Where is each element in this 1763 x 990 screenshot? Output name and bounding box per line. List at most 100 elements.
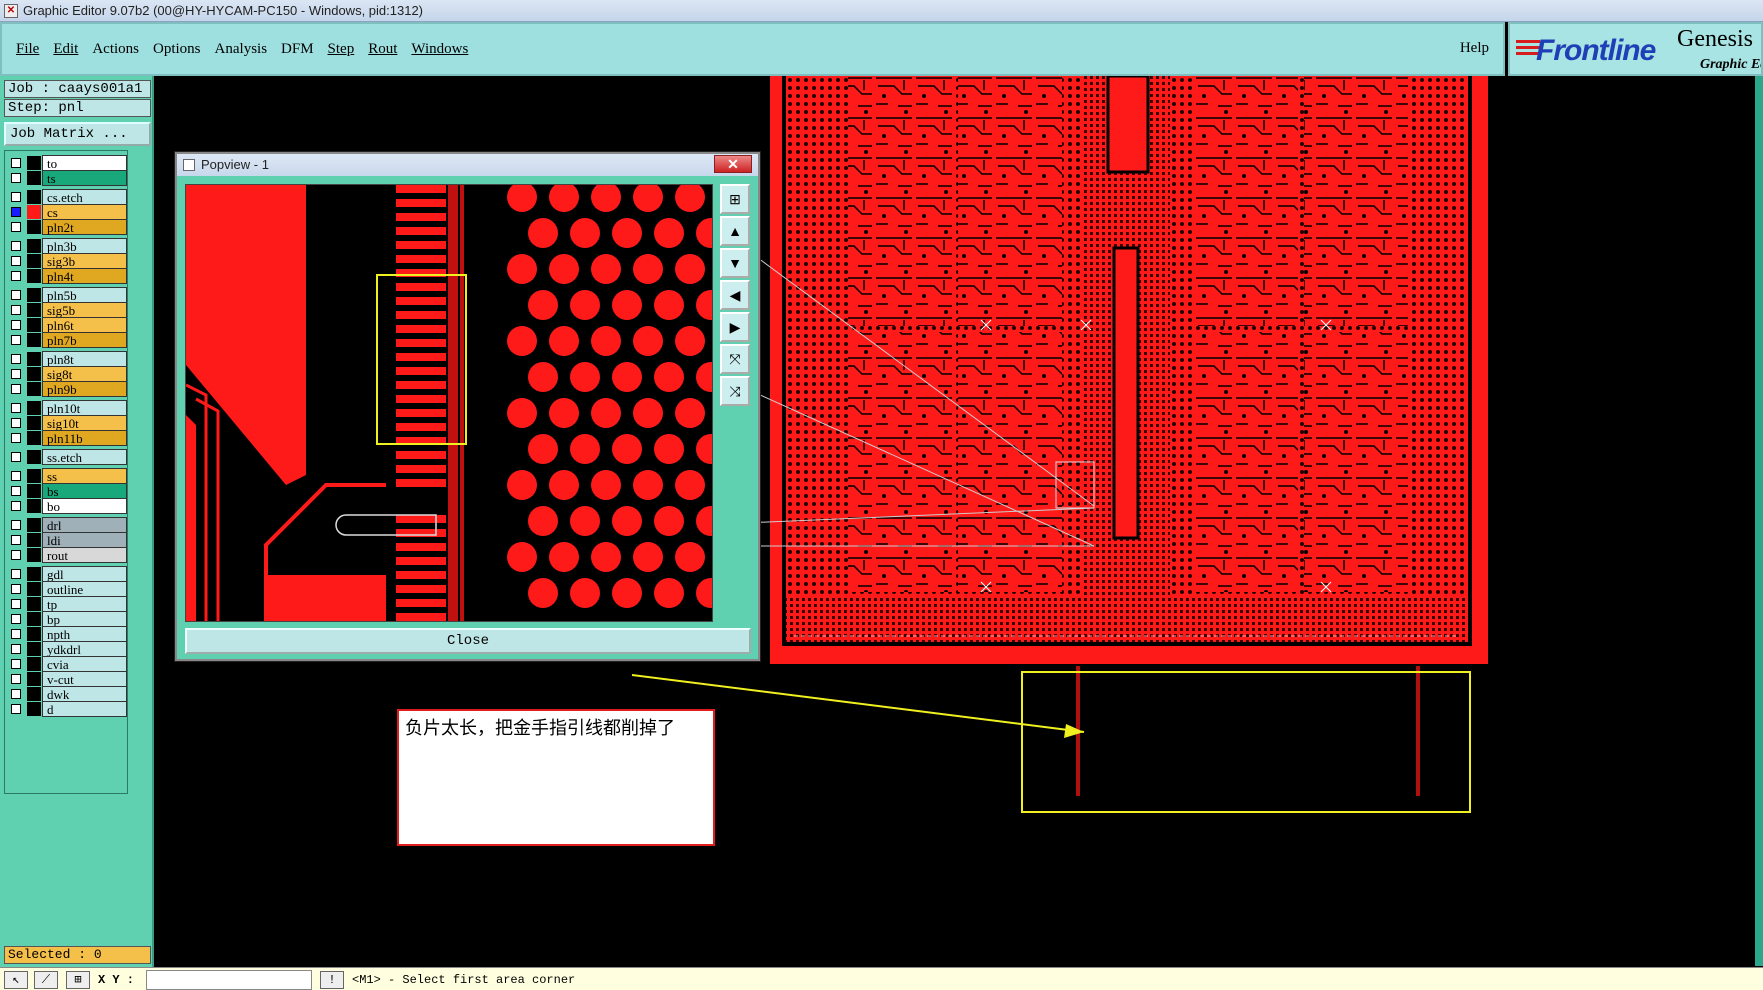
layer-checkbox[interactable] bbox=[11, 501, 21, 511]
layer-row-rout[interactable]: rout bbox=[5, 547, 129, 563]
layer-name[interactable]: tp bbox=[42, 596, 127, 612]
layer-name[interactable]: sig8t bbox=[42, 366, 127, 382]
select-tool-icon[interactable]: ↖ bbox=[4, 971, 28, 989]
layer-checkbox[interactable] bbox=[11, 689, 21, 699]
layer-color-swatch[interactable] bbox=[27, 156, 41, 170]
layer-color-swatch[interactable] bbox=[27, 657, 41, 671]
layer-color-swatch[interactable] bbox=[27, 333, 41, 347]
layer-row-outline[interactable]: outline bbox=[5, 581, 129, 597]
layer-checkbox[interactable] bbox=[11, 354, 21, 364]
layer-name[interactable]: ldi bbox=[42, 532, 127, 548]
layer-color-swatch[interactable] bbox=[27, 548, 41, 562]
menu-analysis[interactable]: Analysis bbox=[215, 41, 268, 58]
layer-row-pln7b[interactable]: pln7b bbox=[5, 332, 129, 348]
pan-left-icon[interactable]: ◀ bbox=[720, 280, 750, 310]
layer-name[interactable]: rout bbox=[42, 547, 127, 563]
layer-checkbox[interactable] bbox=[11, 256, 21, 266]
zoom-in-icon[interactable]: ⤧ bbox=[720, 344, 750, 374]
layer-row-sig5b[interactable]: sig5b bbox=[5, 302, 129, 318]
layer-row-v-cut[interactable]: v-cut bbox=[5, 671, 129, 687]
layer-color-swatch[interactable] bbox=[27, 220, 41, 234]
menu-windows[interactable]: Windows bbox=[411, 41, 468, 58]
layer-checkbox[interactable] bbox=[11, 384, 21, 394]
layer-color-swatch[interactable] bbox=[27, 687, 41, 701]
layer-row-pln6t[interactable]: pln6t bbox=[5, 317, 129, 333]
layer-color-swatch[interactable] bbox=[27, 269, 41, 283]
xy-input[interactable] bbox=[146, 970, 312, 990]
layer-checkbox[interactable] bbox=[11, 520, 21, 530]
layer-checkbox[interactable] bbox=[11, 550, 21, 560]
layer-name[interactable]: pln7b bbox=[42, 332, 127, 348]
layer-color-swatch[interactable] bbox=[27, 582, 41, 596]
layer-name[interactable]: bs bbox=[42, 483, 127, 499]
layer-checkbox[interactable] bbox=[11, 305, 21, 315]
layer-name[interactable]: outline bbox=[42, 581, 127, 597]
layer-checkbox[interactable] bbox=[11, 418, 21, 428]
pan-up-icon[interactable]: ▲ bbox=[720, 216, 750, 246]
layer-row-ss[interactable]: ss bbox=[5, 468, 129, 484]
layer-row-pln9b[interactable]: pln9b bbox=[5, 381, 129, 397]
layer-color-swatch[interactable] bbox=[27, 469, 41, 483]
layer-row-pln5b[interactable]: pln5b bbox=[5, 287, 129, 303]
layer-row-d[interactable]: d bbox=[5, 701, 129, 717]
popview-close-icon[interactable]: ✕ bbox=[714, 155, 752, 173]
layer-color-swatch[interactable] bbox=[27, 597, 41, 611]
layer-checkbox[interactable] bbox=[11, 222, 21, 232]
layer-checkbox[interactable] bbox=[11, 569, 21, 579]
layer-color-swatch[interactable] bbox=[27, 352, 41, 366]
layer-name[interactable]: to bbox=[42, 155, 127, 171]
pan-right-icon[interactable]: ▶ bbox=[720, 312, 750, 342]
layer-color-swatch[interactable] bbox=[27, 401, 41, 415]
layer-row-drl[interactable]: drl bbox=[5, 517, 129, 533]
layer-row-tp[interactable]: tp bbox=[5, 596, 129, 612]
info-icon[interactable]: ! bbox=[320, 971, 344, 989]
layer-checkbox[interactable] bbox=[11, 158, 21, 168]
layer-row-pln2t[interactable]: pln2t bbox=[5, 219, 129, 235]
layer-checkbox[interactable] bbox=[11, 241, 21, 251]
layer-checkbox[interactable] bbox=[11, 452, 21, 462]
layer-checkbox[interactable] bbox=[11, 584, 21, 594]
menu-help[interactable]: Help bbox=[1460, 40, 1489, 57]
layer-checkbox[interactable] bbox=[11, 192, 21, 202]
layer-row-gdl[interactable]: gdl bbox=[5, 566, 129, 582]
layer-color-swatch[interactable] bbox=[27, 303, 41, 317]
layer-name[interactable]: pln9b bbox=[42, 381, 127, 397]
layer-checkbox[interactable] bbox=[11, 471, 21, 481]
layer-row-ldi[interactable]: ldi bbox=[5, 532, 129, 548]
layer-checkbox[interactable] bbox=[11, 704, 21, 714]
layer-row-pln8t[interactable]: pln8t bbox=[5, 351, 129, 367]
layer-name[interactable]: bp bbox=[42, 611, 127, 627]
layer-checkbox[interactable] bbox=[11, 433, 21, 443]
menu-file[interactable]: File bbox=[16, 41, 39, 58]
layer-checkbox[interactable] bbox=[11, 614, 21, 624]
layer-name[interactable]: drl bbox=[42, 517, 127, 533]
layer-name[interactable]: v-cut bbox=[42, 671, 127, 687]
layer-color-swatch[interactable] bbox=[27, 450, 41, 464]
layer-color-swatch[interactable] bbox=[27, 627, 41, 641]
layer-checkbox[interactable] bbox=[11, 320, 21, 330]
layer-name[interactable]: pln6t bbox=[42, 317, 127, 333]
layer-checkbox[interactable] bbox=[11, 674, 21, 684]
layer-row-ss.etch[interactable]: ss.etch bbox=[5, 449, 129, 465]
layer-name[interactable]: dwk bbox=[42, 686, 127, 702]
layer-name[interactable]: pln5b bbox=[42, 287, 127, 303]
job-matrix-button[interactable]: Job Matrix ... bbox=[4, 122, 151, 146]
layer-color-swatch[interactable] bbox=[27, 171, 41, 185]
layer-color-swatch[interactable] bbox=[27, 518, 41, 532]
layer-checkbox[interactable] bbox=[11, 369, 21, 379]
layer-color-swatch[interactable] bbox=[27, 190, 41, 204]
layer-checkbox[interactable] bbox=[11, 535, 21, 545]
layer-checkbox[interactable] bbox=[11, 599, 21, 609]
pan-down-icon[interactable]: ▼ bbox=[720, 248, 750, 278]
layer-row-pln11b[interactable]: pln11b bbox=[5, 430, 129, 446]
layer-color-swatch[interactable] bbox=[27, 533, 41, 547]
layer-name[interactable]: pln3b bbox=[42, 238, 127, 254]
layer-color-swatch[interactable] bbox=[27, 205, 41, 219]
layer-color-swatch[interactable] bbox=[27, 484, 41, 498]
layer-name[interactable]: pln10t bbox=[42, 400, 127, 416]
layer-name[interactable]: pln8t bbox=[42, 351, 127, 367]
layer-color-swatch[interactable] bbox=[27, 567, 41, 581]
layer-name[interactable]: cs.etch bbox=[42, 189, 127, 205]
layer-color-swatch[interactable] bbox=[27, 499, 41, 513]
layer-checkbox[interactable] bbox=[11, 173, 21, 183]
